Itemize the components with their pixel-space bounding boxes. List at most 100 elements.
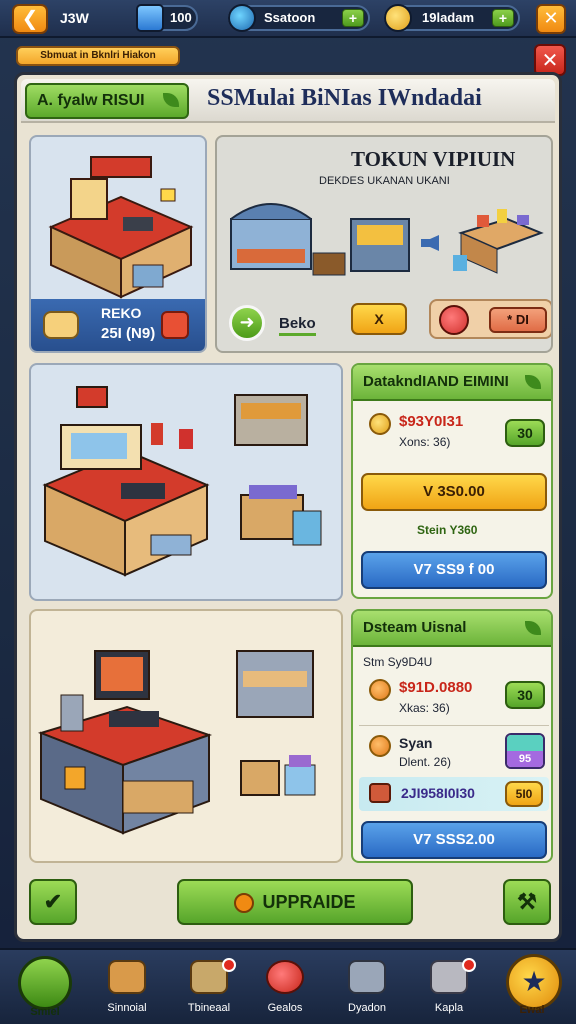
coin-icon [384, 4, 412, 32]
item3-badge[interactable]: 5I0 [505, 781, 543, 807]
panel-2-buy-button[interactable]: V7 SSS2.00 [361, 821, 547, 859]
leaf-icon [525, 375, 541, 389]
add-population-button[interactable]: + [342, 9, 364, 27]
gems-value: 100 [170, 10, 192, 25]
shop-illustration [48, 156, 194, 299]
process-illustration [230, 203, 544, 276]
nav-label-machines: Dyadon [348, 1002, 386, 1014]
ticket-icon [507, 735, 543, 751]
process-subtitle: DEKDES UKANAN UKANI [319, 175, 450, 187]
close-icon: ✕ [541, 48, 559, 72]
add-coins-button[interactable]: + [492, 9, 514, 27]
hammer-button[interactable]: ⚒ [503, 879, 551, 925]
hammer-icon: ⚒ [517, 889, 537, 914]
go-button[interactable]: ➜ [229, 305, 265, 341]
upgrade-label: UPPRAIDE [262, 892, 356, 912]
item2-badge-box[interactable]: 95 [505, 733, 545, 769]
gear-icon [234, 893, 255, 914]
bottom-nav: Smiel Sinnoial Tbineaal Gealos Dyadon Ka… [0, 948, 576, 1024]
shop-value: 25I (N9) [101, 325, 156, 342]
croissant-icon [369, 679, 391, 701]
nav-item-home[interactable]: Smiel [0, 950, 90, 1024]
panel-1-header: DatakndIAND EIMINI [353, 365, 551, 401]
page-title: SSMulai BiNIas IWndadai [207, 85, 482, 111]
panel-2-header: Dsteam Uisnal [353, 611, 551, 647]
nav-item-map[interactable]: Kapla [404, 950, 494, 1024]
category-tag[interactable]: A. fyalw RISUI [25, 83, 189, 119]
buy-coins-button[interactable]: V 3S0.00 [361, 473, 547, 511]
back-arrow-icon: ❮ [21, 6, 39, 30]
item3-row: 2JI958I0I30 5I0 [359, 777, 549, 811]
coin-icon [369, 413, 391, 435]
target-icon [266, 960, 304, 994]
category-tag-label: A. fyalw RISUI [37, 92, 145, 109]
population-pill: Ssatoon + [228, 4, 370, 32]
panel-1-level-badge[interactable]: 30 [505, 419, 545, 447]
shop-alert-icon[interactable] [161, 311, 189, 339]
machine-icon [348, 960, 386, 994]
counter-card[interactable] [29, 363, 343, 601]
computer-card[interactable] [29, 609, 343, 863]
panel-1-sub: Xons: 36) [399, 435, 451, 449]
nav-label-goals: Gealos [267, 1002, 303, 1014]
leaf-icon [525, 621, 541, 635]
top-bar: ❮ J3W 100 Ssatoon + 19ladam + ✕ [0, 0, 576, 38]
panel-2-price: $91D.0880 [399, 679, 473, 696]
nav-label-events: Ewal [519, 1004, 545, 1016]
panel-2-sub1: Xkas: 36) [399, 701, 450, 715]
divider [359, 725, 549, 726]
population-label: Ssatoon [264, 10, 316, 25]
panel-1-price: $93Y0I31 [399, 413, 464, 430]
item2-name: Syan [399, 735, 433, 751]
computer-illustration [37, 650, 316, 835]
hand-icon [369, 735, 391, 757]
nav-item-machines[interactable]: Dyadon [322, 950, 412, 1024]
process-action-button[interactable]: X [351, 303, 407, 335]
breadcrumb: Sbmuat in Bknlri Hiakon [16, 46, 180, 66]
counter-illustration [42, 386, 322, 577]
crate-icon [108, 960, 146, 994]
nav-item-events[interactable]: ★ Ewal [488, 950, 576, 1024]
confirm-button[interactable]: ✔ [29, 879, 77, 925]
shop-card[interactable]: REKO 25I (N9) [29, 135, 207, 353]
main-panel: A. fyalw RISUI SSMulai BiNIas IWndadai R… [14, 72, 562, 942]
process-card: TOKUN VIPIUIN DEKDES UKANAN UKANI ➜ Beko… [215, 135, 553, 353]
back-button[interactable]: ❮ [12, 4, 48, 34]
buy-premium-button[interactable]: V7 SS9 f 00 [361, 551, 547, 589]
reward-button[interactable]: * DI [489, 307, 547, 333]
gem-icon [136, 4, 164, 32]
upgrade-button[interactable]: UPPRAIDE [177, 879, 413, 925]
upgrade-panel-1: DatakndIAND EIMINI $93Y0I31 Xons: 36) 30… [351, 363, 553, 599]
nav-item-goals[interactable]: Gealos [240, 950, 330, 1024]
nav-label-map: Kapla [434, 1002, 464, 1014]
cake-icon [439, 305, 469, 335]
panel-1-title: DatakndIAND EIMINI [363, 373, 509, 390]
go-label: Beko [279, 315, 316, 336]
bread-icon [43, 311, 79, 339]
title-strip: A. fyalw RISUI SSMulai BiNIas IWndadai [21, 79, 555, 123]
level-label: J3W [60, 10, 89, 26]
item2-sub: Dlent. 26) [399, 755, 452, 769]
panel-2-title: Dsteam Uisnal [363, 619, 467, 636]
checkmark-icon: ✔ [43, 889, 63, 914]
nav-item-build[interactable]: Sinnoial [82, 950, 172, 1024]
coins-value: 19ladam [422, 10, 475, 25]
shop-label: REKO [101, 305, 142, 321]
arrow-right-icon: ➜ [239, 312, 255, 333]
item3-price: 2JI958I0I30 [401, 785, 475, 801]
process-title: TOKUN VIPIUIN [351, 147, 516, 171]
globe-icon [228, 4, 256, 32]
coins-pill: 19ladam + [384, 4, 520, 32]
star-icon: ★ [506, 954, 562, 1010]
reward-box: * DI [429, 299, 551, 339]
close-top-button[interactable]: ✕ [536, 4, 566, 34]
leaf-icon [163, 93, 179, 107]
item2-badge: 95 [507, 751, 543, 767]
panel-2-level-badge[interactable]: 30 [505, 681, 545, 709]
shop-footer: REKO 25I (N9) [31, 299, 205, 351]
upgrade-panel-2: Dsteam Uisnal Stm Sy9D4U $91D.0880 Xkas:… [351, 609, 553, 863]
nav-label-build: Sinnoial [107, 1002, 147, 1014]
panel-1-mid-label: Stein Y360 [417, 523, 478, 537]
close-icon: ✕ [543, 8, 559, 29]
nav-label-home: Smiel [30, 1006, 60, 1018]
